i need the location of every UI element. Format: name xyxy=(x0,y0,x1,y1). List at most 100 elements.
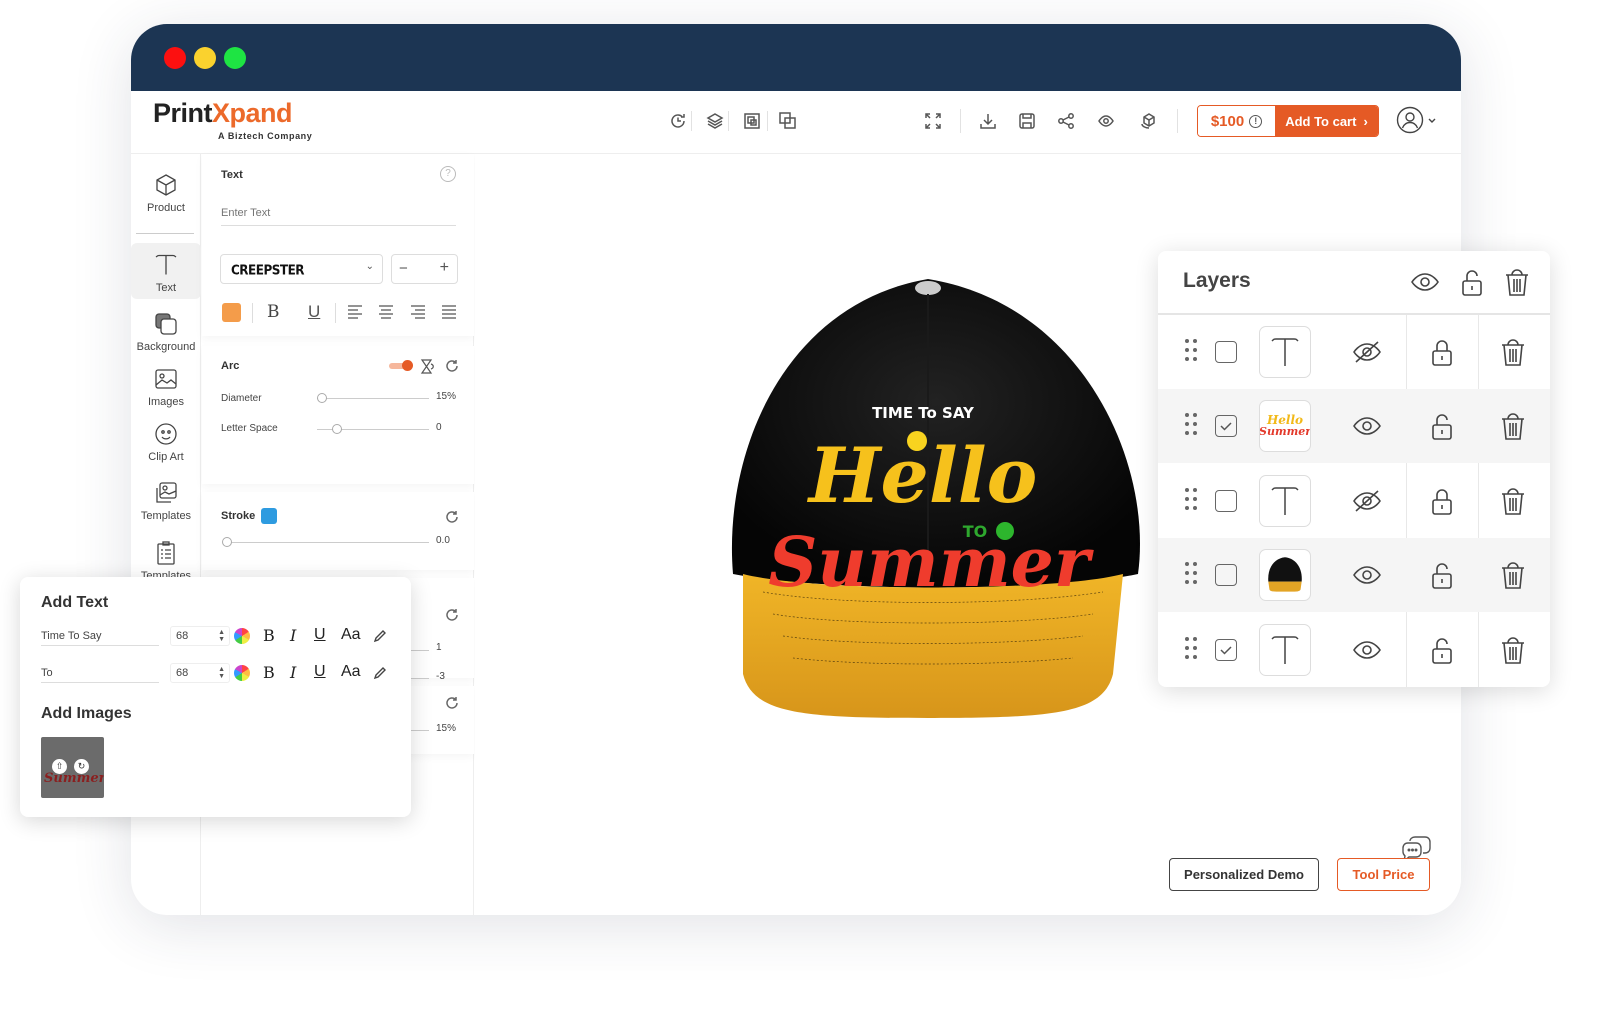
trash-icon[interactable] xyxy=(1498,635,1528,670)
logo[interactable]: PrintXpand A Biztech Company xyxy=(153,98,312,141)
flip-arc-icon[interactable] xyxy=(420,359,435,374)
layer-checkbox[interactable] xyxy=(1215,341,1237,363)
reset-arc-icon[interactable] xyxy=(445,359,459,373)
unlock-icon[interactable] xyxy=(1427,635,1457,670)
layer-checkbox[interactable] xyxy=(1215,564,1237,587)
save-icon[interactable] xyxy=(1016,110,1038,132)
layer-thumbnail[interactable] xyxy=(1259,326,1311,378)
italic-button[interactable]: I xyxy=(290,626,296,645)
color-wheel-icon[interactable] xyxy=(234,665,250,681)
align-left-icon[interactable] xyxy=(347,305,363,319)
layer-row[interactable] xyxy=(1158,538,1550,613)
italic-button[interactable]: I xyxy=(290,663,296,682)
sidebar-item-images[interactable]: Images xyxy=(131,366,201,416)
add-text-row-1-input[interactable]: Time To Say xyxy=(41,628,159,646)
case-button[interactable]: Aa xyxy=(341,663,361,681)
show-all-icon[interactable] xyxy=(1410,267,1440,302)
arc-toggle[interactable] xyxy=(389,360,413,371)
eye-off-icon[interactable] xyxy=(1352,486,1382,521)
trash-icon[interactable] xyxy=(1498,560,1528,595)
download-icon[interactable] xyxy=(977,110,999,132)
drag-handle-icon[interactable] xyxy=(1185,487,1199,514)
diameter-slider[interactable] xyxy=(317,393,429,403)
layer-thumbnail[interactable]: Hello Summer xyxy=(1259,400,1311,453)
help-icon[interactable]: ? xyxy=(440,166,456,182)
add-text-row-1-size[interactable]: 68 ▲ ▼ xyxy=(170,626,230,646)
close-window-button[interactable] xyxy=(164,47,186,69)
cap-product-preview[interactable]: TIME To SAY Hello TO Summer xyxy=(723,274,1145,720)
group-icon[interactable] xyxy=(741,110,763,132)
layer-checkbox[interactable] xyxy=(1215,489,1237,512)
layers-icon[interactable] xyxy=(704,110,726,132)
add-to-cart-button[interactable]: Add To cart › xyxy=(1275,106,1378,136)
layer-row[interactable] xyxy=(1158,613,1550,687)
color-wheel-icon[interactable] xyxy=(234,628,250,644)
3d-view-icon[interactable] xyxy=(1138,110,1160,132)
bold-button[interactable]: B xyxy=(267,302,280,322)
sidebar-item-background[interactable]: Background xyxy=(131,311,201,361)
case-button[interactable]: Aa xyxy=(341,626,361,644)
unlock-icon[interactable] xyxy=(1427,560,1457,595)
letter-space-slider[interactable] xyxy=(317,424,429,434)
share-icon[interactable] xyxy=(1055,110,1077,132)
drag-handle-icon[interactable] xyxy=(1185,562,1199,588)
eye-icon[interactable] xyxy=(1352,635,1382,670)
price-display[interactable]: $100! xyxy=(1198,106,1275,136)
lock-icon[interactable] xyxy=(1427,337,1457,372)
underline-button[interactable]: U xyxy=(314,626,326,644)
font-size-stepper[interactable]: − + xyxy=(391,254,458,284)
unlock-all-icon[interactable] xyxy=(1457,267,1487,302)
personalized-demo-button[interactable]: Personalized Demo xyxy=(1169,858,1319,891)
add-text-row-2-input[interactable]: To xyxy=(41,665,159,683)
layer-thumbnail[interactable] xyxy=(1259,623,1311,676)
minimize-window-button[interactable] xyxy=(194,47,216,69)
arrange-icon[interactable] xyxy=(777,110,799,132)
layer-row[interactable]: Hello Summer xyxy=(1158,389,1550,464)
trash-icon[interactable] xyxy=(1498,337,1528,372)
add-text-row-2-size[interactable]: 68 ▲ ▼ xyxy=(170,663,230,683)
sidebar-item-templates[interactable]: Templates xyxy=(131,480,201,530)
layer-thumbnail[interactable] xyxy=(1259,474,1311,527)
eye-icon[interactable] xyxy=(1352,560,1382,595)
layer-checkbox[interactable] xyxy=(1215,638,1237,661)
preview-icon[interactable] xyxy=(1095,110,1117,132)
image-thumbnail[interactable]: Summer ⇧ ↻ xyxy=(41,737,104,798)
tool-price-button[interactable]: Tool Price xyxy=(1337,858,1430,891)
trash-icon[interactable] xyxy=(1498,486,1528,521)
reset-stroke-icon[interactable] xyxy=(445,510,459,524)
drag-handle-icon[interactable] xyxy=(1185,413,1199,439)
reset-opacity-icon[interactable] xyxy=(445,696,459,710)
maximize-window-button[interactable] xyxy=(224,47,246,69)
bold-button[interactable]: B xyxy=(263,663,275,682)
underline-button[interactable]: U xyxy=(308,302,320,322)
decrease-icon[interactable]: − xyxy=(399,260,408,277)
text-color-swatch[interactable] xyxy=(222,303,241,322)
trash-icon[interactable] xyxy=(1498,411,1528,446)
user-menu[interactable] xyxy=(1396,106,1437,134)
stroke-color-swatch[interactable] xyxy=(261,508,277,524)
replace-icon[interactable]: ↻ xyxy=(74,759,89,774)
eye-icon[interactable] xyxy=(1352,411,1382,446)
stroke-slider[interactable] xyxy=(222,537,429,547)
drag-handle-icon[interactable] xyxy=(1185,339,1199,365)
edit-pencil-icon[interactable] xyxy=(373,666,387,680)
align-justify-icon[interactable] xyxy=(441,305,457,319)
layer-row[interactable] xyxy=(1158,464,1550,538)
font-select[interactable]: CREEPSTER ⌄ xyxy=(220,254,383,284)
unlock-icon[interactable] xyxy=(1427,411,1457,446)
sidebar-item-text[interactable]: Text xyxy=(131,243,201,299)
edit-pencil-icon[interactable] xyxy=(373,629,387,643)
delete-all-icon[interactable] xyxy=(1502,267,1532,302)
info-icon[interactable]: ! xyxy=(1249,114,1263,128)
eye-off-icon[interactable] xyxy=(1352,337,1382,372)
fullscreen-icon[interactable] xyxy=(922,110,944,132)
bold-button[interactable]: B xyxy=(263,626,275,645)
upload-icon[interactable]: ⇧ xyxy=(52,759,67,774)
text-input[interactable] xyxy=(221,200,456,226)
align-center-icon[interactable] xyxy=(378,305,394,319)
underline-button[interactable]: U xyxy=(314,663,326,681)
layer-row[interactable] xyxy=(1158,315,1550,389)
reset-shadow-icon[interactable] xyxy=(445,608,459,622)
align-right-icon[interactable] xyxy=(410,305,426,319)
drag-handle-icon[interactable] xyxy=(1185,636,1199,663)
